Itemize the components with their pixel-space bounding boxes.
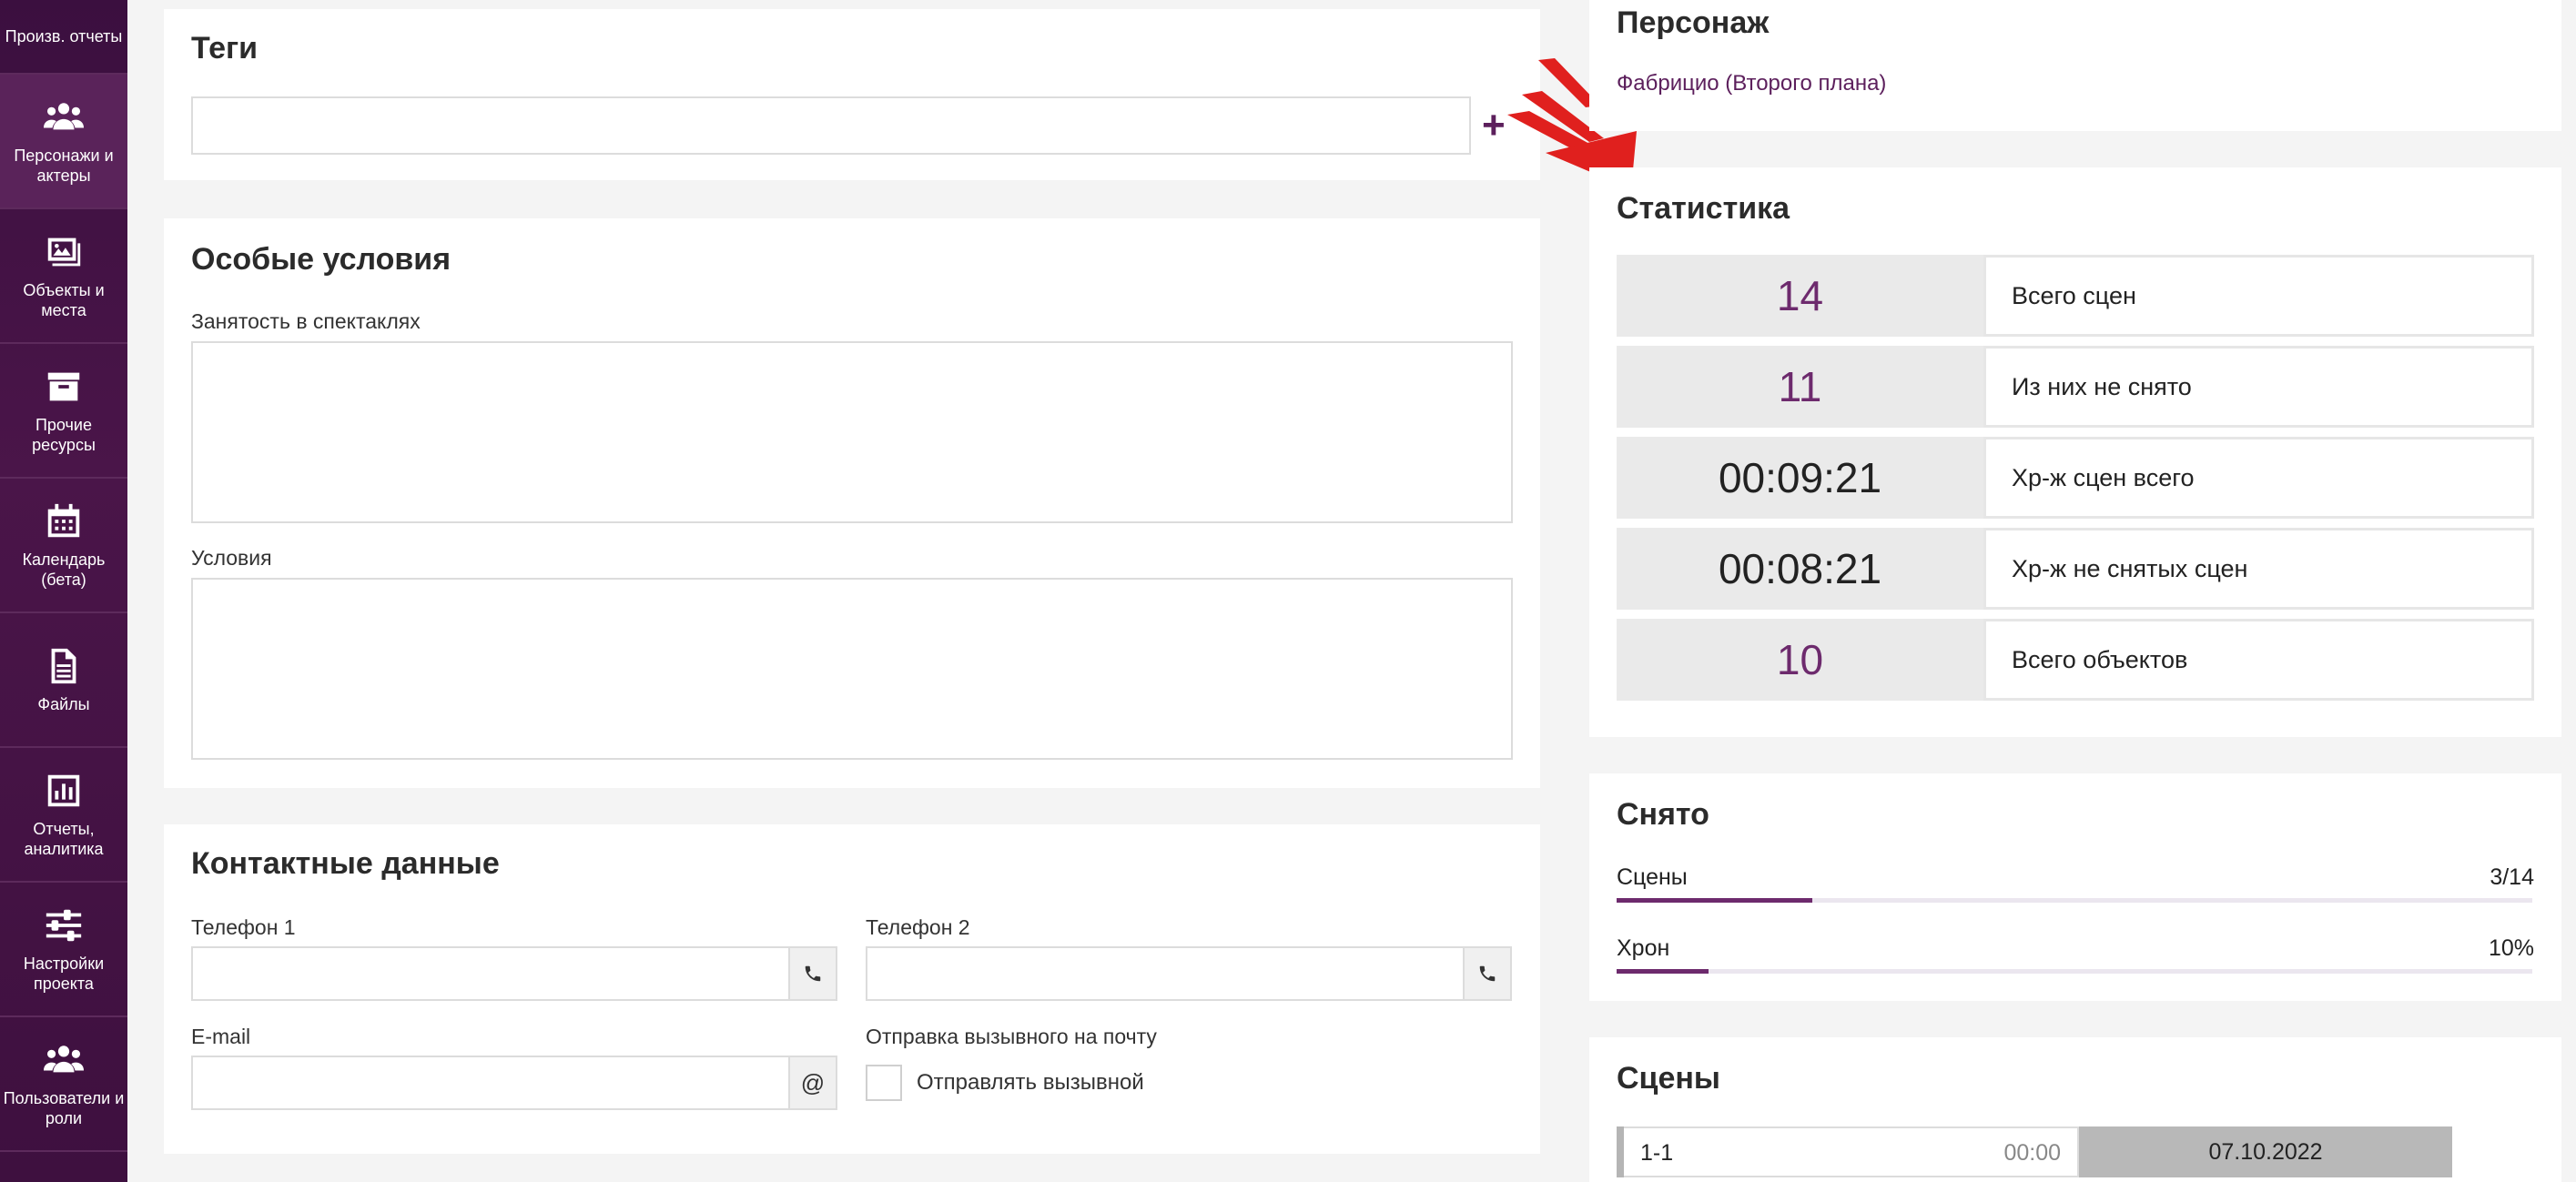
special-conditions-title: Особые условия (191, 242, 451, 277)
sidebar-item-project-settings[interactable]: Настройки проекта (0, 883, 127, 1017)
scenes-progress-label: Сцены (1617, 864, 1688, 890)
bar-chart-icon (43, 770, 85, 812)
stat-row-total-duration: 00:09:21 Хр-ж сцен всего (1617, 437, 2534, 519)
scenes-progress-value: 3/14 (2490, 864, 2534, 890)
tags-title: Теги (191, 31, 259, 66)
sidebar-item-production-reports[interactable]: Произв. отчеты (0, 0, 127, 75)
stat-value: 00:09:21 (1617, 437, 1983, 519)
chron-progress-value: 10% (2488, 935, 2534, 961)
at-sign-icon: @ (788, 1056, 837, 1110)
image-icon (43, 231, 85, 273)
scene-id: 1-1 (1640, 1140, 1674, 1166)
conditions-label: Условия (191, 546, 272, 570)
scenes-progress-fill (1617, 898, 1813, 903)
tags-input[interactable] (191, 96, 1471, 155)
sidebar-item-label: Объекты и места (23, 281, 105, 319)
sidebar-item-label: Пользователи и роли (3, 1089, 125, 1127)
sidebar-item-users-roles[interactable]: Пользователи и роли (0, 1017, 127, 1152)
email-input[interactable] (191, 1056, 797, 1110)
sidebar-item-label: Прочие ресурсы (32, 416, 96, 454)
stat-value: 10 (1617, 619, 1983, 701)
sidebar-item-reports-analytics[interactable]: Отчеты, аналитика (0, 748, 127, 883)
stat-row-total-scenes: 14 Всего сцен (1617, 255, 2534, 337)
tags-card: Теги + (164, 9, 1540, 180)
contacts-card: Контактные данные Телефон 1 Телефон 2 E-… (164, 824, 1540, 1154)
special-conditions-card: Особые условия Занятость в спектаклях Ус… (164, 218, 1540, 788)
character-name-link[interactable]: Фабрицио (Второго плана) (1617, 71, 1886, 96)
calendar-icon (43, 500, 85, 542)
sidebar-item-label: Персонажи и актеры (14, 146, 114, 185)
sidebar-item-other-resources[interactable]: Прочие ресурсы (0, 344, 127, 479)
email-label: E-mail (191, 1025, 251, 1048)
stat-value: 14 (1617, 255, 1983, 337)
send-callsheet-label: Отправлять вызывной (917, 1070, 1144, 1095)
conditions-textarea[interactable] (191, 578, 1513, 760)
statistics-title: Статистика (1617, 191, 1790, 226)
sidebar-item-label: Календарь (бета) (22, 551, 106, 589)
stat-label: Всего сцен (1983, 255, 2534, 337)
phone1-input[interactable] (191, 946, 797, 1001)
shot-progress-card: Снято Сцены 3/14 Хрон 10% (1589, 773, 2561, 1001)
contacts-title: Контактные данные (191, 846, 500, 881)
phone2-label: Телефон 2 (866, 915, 970, 939)
shot-title: Снято (1617, 797, 1709, 832)
sidebar-item-calendar[interactable]: Календарь (бета) (0, 479, 127, 613)
phone-icon (1463, 946, 1512, 1001)
stat-value: 00:08:21 (1617, 528, 1983, 610)
stat-row-total-objects: 10 Всего объектов (1617, 619, 2534, 701)
scene-time: 00:00 (2003, 1140, 2061, 1166)
users-icon (43, 1039, 85, 1081)
employment-textarea[interactable] (191, 341, 1513, 523)
file-icon (43, 645, 85, 687)
sidebar-item-characters[interactable]: Персонажи и актеры (0, 75, 127, 209)
sidebar-item-objects[interactable]: Объекты и места (0, 209, 127, 344)
phone2-input[interactable] (866, 946, 1472, 1001)
scenes-card: Сцены 1-1 00:00 07.10.2022 (1589, 1037, 2561, 1182)
phone-icon (788, 946, 837, 1001)
employment-label: Занятость в спектаклях (191, 309, 421, 333)
scene-row-info: 1-1 00:00 (1624, 1126, 2079, 1177)
stat-row-unshot-duration: 00:08:21 Хр-ж не снятых сцен (1617, 528, 2534, 610)
stat-label: Из них не снято (1983, 346, 2534, 428)
chron-progress-label: Хрон (1617, 935, 1670, 961)
scene-date: 07.10.2022 (2079, 1126, 2452, 1177)
scene-row[interactable]: 1-1 00:00 07.10.2022 (1617, 1126, 2452, 1177)
stat-row-not-shot: 11 Из них не снято (1617, 346, 2534, 428)
sidebar-item-files[interactable]: Файлы (0, 613, 127, 748)
scenes-title: Сцены (1617, 1061, 1720, 1096)
stat-label: Всего объектов (1983, 619, 2534, 701)
stat-label: Хр-ж сцен всего (1983, 437, 2534, 519)
chron-progress-bar (1617, 969, 2532, 974)
sidebar: Произв. отчеты Персонажи и актеры Объект… (0, 0, 127, 1182)
sliders-icon (43, 904, 85, 946)
people-icon (43, 96, 85, 138)
character-card: Персонаж Фабрицио (Второго плана) (1589, 0, 2561, 131)
sidebar-item-label: Файлы (37, 695, 90, 713)
sidebar-item-label: Отчеты, аналитика (24, 820, 104, 858)
scenes-progress-bar (1617, 898, 2532, 903)
character-title: Персонаж (1617, 5, 1770, 40)
send-callsheet-checkbox[interactable] (866, 1065, 902, 1101)
sidebar-item-label: Настройки проекта (23, 955, 105, 993)
chron-progress-fill (1617, 969, 1709, 974)
archive-icon (43, 366, 85, 408)
sidebar-item-label: Произв. отчеты (5, 27, 123, 45)
stat-value: 11 (1617, 346, 1983, 428)
stat-label: Хр-ж не снятых сцен (1983, 528, 2534, 610)
phone1-label: Телефон 1 (191, 915, 296, 939)
scene-row-marker (1617, 1126, 1624, 1177)
callsheet-label: Отправка вызывного на почту (866, 1025, 1157, 1048)
